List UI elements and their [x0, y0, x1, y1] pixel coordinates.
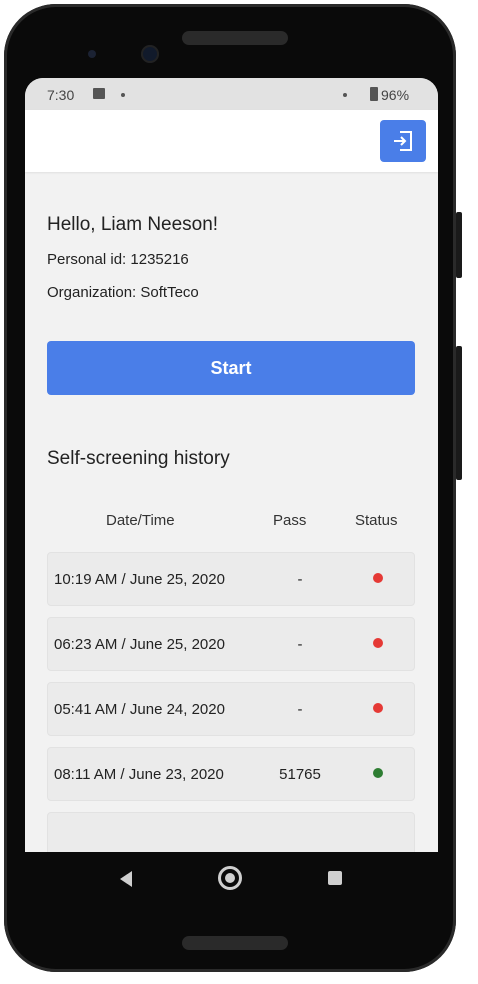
power-button	[456, 212, 462, 278]
column-header-datetime: Date/Time	[106, 512, 175, 529]
earpiece-speaker	[182, 31, 288, 45]
home-icon[interactable]	[218, 866, 242, 890]
greeting-text: Hello, Liam Neeson!	[47, 214, 219, 235]
history-row[interactable]: 08:11 AM / June 23, 2020 51765	[47, 747, 415, 801]
row-datetime: 06:23 AM / June 25, 2020	[54, 636, 225, 653]
app-screen: 7:30 96% Hello, Liam Neeson! Personal id…	[25, 78, 438, 852]
back-icon[interactable]	[120, 871, 132, 887]
volume-button	[456, 346, 462, 480]
logout-button[interactable]	[380, 120, 426, 162]
notification-dot-icon	[121, 93, 125, 97]
row-datetime: 08:11 AM / June 23, 2020	[54, 766, 224, 783]
column-header-pass: Pass	[273, 512, 307, 529]
recents-icon[interactable]	[328, 871, 342, 885]
personal-id: Personal id: 1235216	[47, 251, 189, 268]
organization: Organization: SoftTeco	[47, 284, 199, 301]
start-button[interactable]: Start	[47, 341, 415, 395]
battery-level: 96%	[381, 87, 410, 103]
status-time: 7:30	[47, 87, 75, 103]
app-bar	[25, 110, 438, 172]
sensor-icon	[88, 50, 96, 58]
row-pass: -	[297, 636, 303, 653]
status-bar: 7:30 96%	[25, 78, 438, 110]
logout-icon	[394, 131, 412, 151]
history-row[interactable]: 06:23 AM / June 25, 2020 -	[47, 617, 415, 671]
image-icon	[93, 88, 105, 99]
status-dot-icon	[373, 703, 383, 713]
history-row-partial[interactable]	[47, 812, 415, 852]
front-camera-icon	[141, 45, 159, 63]
row-datetime: 10:19 AM / June 25, 2020	[54, 571, 225, 588]
bottom-speaker	[182, 936, 288, 950]
system-nav-bar	[25, 852, 438, 908]
row-pass: -	[297, 701, 303, 718]
history-row[interactable]: 05:41 AM / June 24, 2020 -	[47, 682, 415, 736]
status-dot-icon	[373, 573, 383, 583]
battery-icon	[370, 87, 378, 101]
row-pass: -	[297, 571, 303, 588]
wifi-dot-icon	[343, 93, 347, 97]
column-header-status: Status	[355, 512, 398, 529]
history-row[interactable]: 10:19 AM / June 25, 2020 -	[47, 552, 415, 606]
status-dot-icon	[373, 638, 383, 648]
row-pass: 51765	[279, 766, 321, 783]
history-title: Self-screening history	[47, 448, 230, 469]
status-dot-icon	[373, 768, 383, 778]
row-datetime: 05:41 AM / June 24, 2020	[54, 701, 225, 718]
